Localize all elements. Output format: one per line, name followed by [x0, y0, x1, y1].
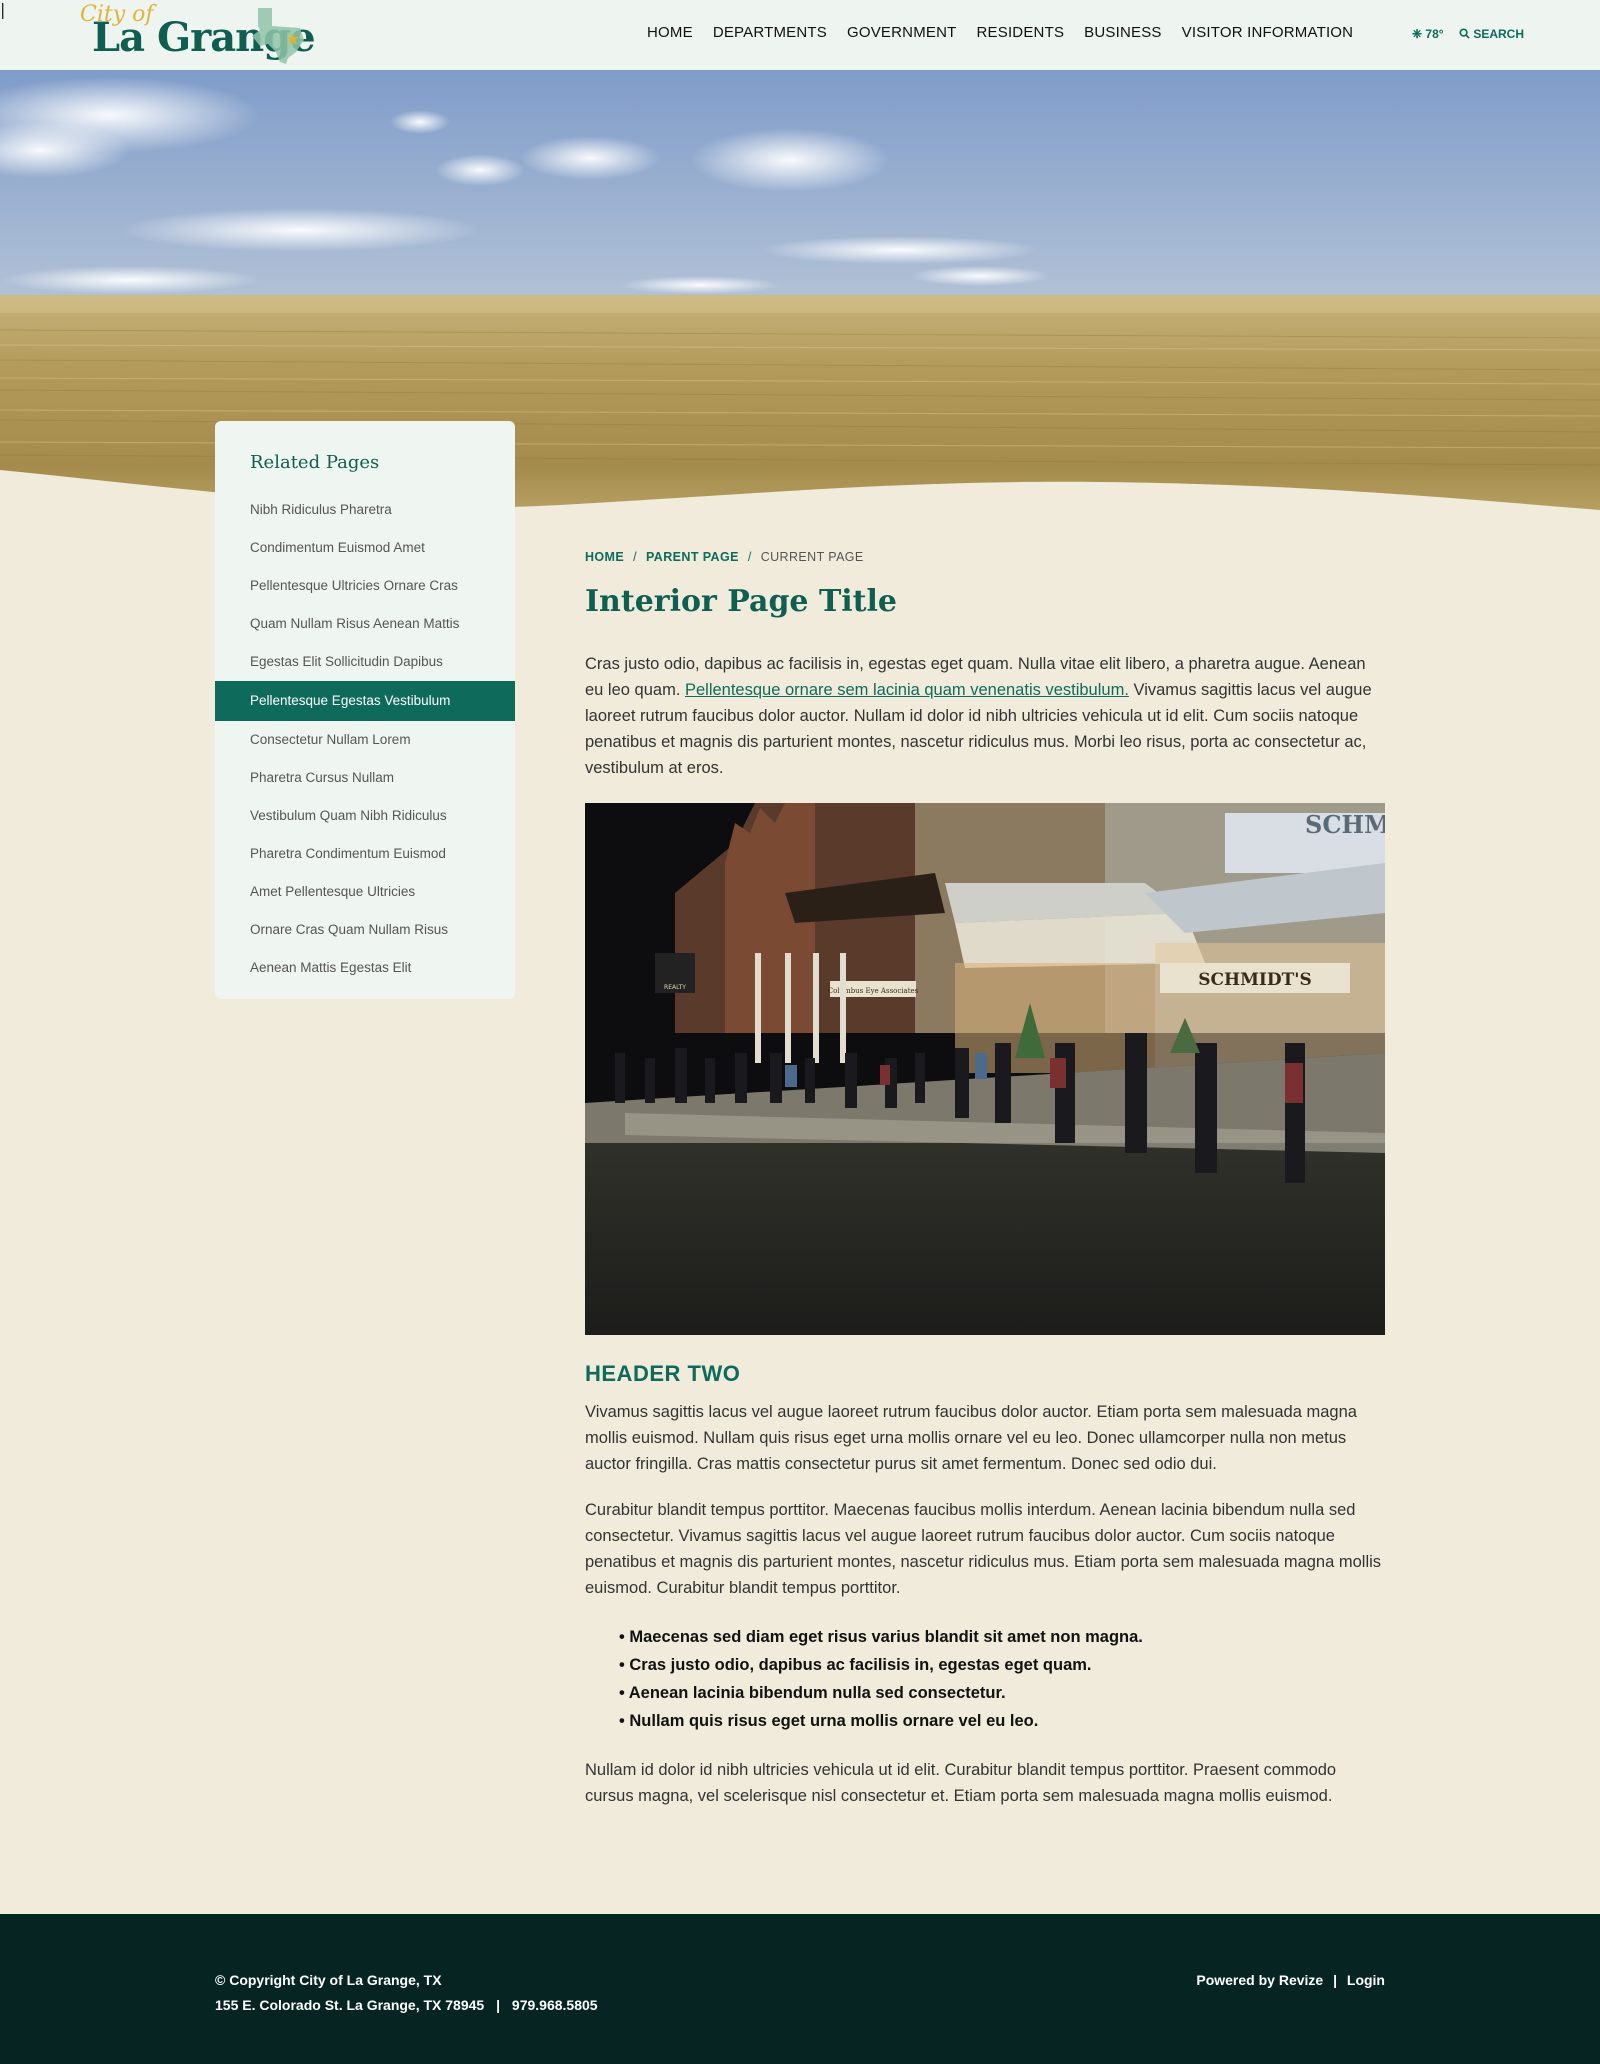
- downtown-street-photo: SCHMID SCHMIDT'S Columbus Eye Associates…: [585, 803, 1385, 1335]
- footer-divider: |: [1333, 1972, 1337, 1988]
- footer-phone[interactable]: 979.968.5805: [512, 1997, 598, 2013]
- site-header: City of La Grange HOME DEPARTMENTS GOVER…: [0, 0, 1600, 70]
- intro-paragraph: Cras justo odio, dapibus ac facilisis in…: [585, 651, 1385, 781]
- page-title: Interior Page Title: [585, 584, 898, 619]
- search-icon: [1459, 28, 1470, 39]
- main-nav: HOME DEPARTMENTS GOVERNMENT RESIDENTS BU…: [647, 24, 1373, 41]
- bullet-list: Maecenas sed diam eget risus varius blan…: [585, 1623, 1385, 1735]
- powered-by-revize-link[interactable]: Powered by Revize: [1196, 1972, 1323, 1988]
- paragraph-four: Nullam id dolor id nibh ultricies vehicu…: [585, 1761, 1337, 1805]
- paragraph-two: Vivamus sagittis lacus vel augue laoreet…: [585, 1403, 1357, 1473]
- photo-sign-schmid: SCHMID: [1305, 810, 1385, 839]
- sidebar-item-egestas-elit-sollicitudin-dapibus[interactable]: Egestas Elit Sollicitudin Dapibus: [215, 643, 515, 681]
- weather-widget: ❈ 78°: [1412, 27, 1444, 41]
- sidebar-item-aenean-mattis-egestas-elit[interactable]: Aenean Mattis Egestas Elit: [215, 949, 515, 987]
- sidebar-item-ornare-cras-quam-nullam-risus[interactable]: Ornare Cras Quam Nullam Risus: [215, 911, 515, 949]
- nav-visitor-information[interactable]: VISITOR INFORMATION: [1182, 24, 1354, 41]
- sidebar-item-amet-pellentesque-ultricies[interactable]: Amet Pellentesque Ultricies: [215, 873, 515, 911]
- related-pages-list: Nibh Ridiculus Pharetra Condimentum Euis…: [215, 491, 515, 987]
- sidebar-item-condimentum-euismod-amet[interactable]: Condimentum Euismod Amet: [215, 529, 515, 567]
- breadcrumb: HOME / PARENT PAGE / CURRENT PAGE: [585, 550, 1385, 564]
- texas-icon: [252, 8, 304, 64]
- paragraph-three: Curabitur blandit tempus porttitor. Maec…: [585, 1501, 1382, 1597]
- related-pages-sidebar: Related Pages Nibh Ridiculus Pharetra Co…: [215, 421, 515, 999]
- list-item: Cras justo odio, dapibus ac facilisis in…: [619, 1651, 1385, 1679]
- sidebar-item-quam-nullam-risus-aenean-mattis[interactable]: Quam Nullam Risus Aenean Mattis: [215, 605, 515, 643]
- nav-residents[interactable]: RESIDENTS: [977, 24, 1065, 41]
- footer-copyright: © Copyright City of La Grange, TX: [215, 1972, 442, 1988]
- nav-business[interactable]: BUSINESS: [1084, 24, 1161, 41]
- sidebar-item-nibh-ridiculus-pharetra[interactable]: Nibh Ridiculus Pharetra: [215, 491, 515, 529]
- search-label: SEARCH: [1473, 27, 1525, 41]
- header-two: HEADER TWO: [585, 1361, 741, 1386]
- nav-departments[interactable]: DEPARTMENTS: [713, 24, 827, 41]
- nav-separator: |: [0, 0, 6, 19]
- breadcrumb-current: CURRENT PAGE: [760, 550, 864, 564]
- photo-sign-schmidts: SCHMIDT'S: [1198, 970, 1312, 990]
- sidebar-item-pellentesque-ultricies-ornare-cras[interactable]: Pellentesque Ultricies Ornare Cras: [215, 567, 515, 605]
- footer-links: Powered by Revize | Login: [1196, 1968, 1385, 1993]
- city-logo[interactable]: City of La Grange: [78, 2, 316, 68]
- list-item: Maecenas sed diam eget risus varius blan…: [619, 1623, 1385, 1651]
- weather-temp: 78°: [1425, 27, 1444, 41]
- breadcrumb-separator: /: [747, 550, 752, 564]
- sidebar-item-pharetra-cursus-nullam[interactable]: Pharetra Cursus Nullam: [215, 759, 515, 797]
- sidebar-item-consectetur-nullam-lorem[interactable]: Consectetur Nullam Lorem: [215, 721, 515, 759]
- list-item: Aenean lacinia bibendum nulla sed consec…: [619, 1679, 1385, 1707]
- site-footer: © Copyright City of La Grange, TX 155 E.…: [0, 1914, 1600, 2064]
- breadcrumb-separator: /: [633, 550, 637, 564]
- footer-address: 155 E. Colorado St. La Grange, TX 78945: [215, 1997, 485, 2013]
- intro-link[interactable]: Pellentesque ornare sem lacinia quam ven…: [685, 681, 1129, 699]
- breadcrumb-parent[interactable]: PARENT PAGE: [646, 550, 739, 564]
- footer-address-line: 155 E. Colorado St. La Grange, TX 78945 …: [215, 1993, 598, 2018]
- footer-contact: © Copyright City of La Grange, TX 155 E.…: [215, 1968, 598, 2018]
- photo-sign-realty: REALTY: [664, 984, 686, 991]
- sidebar-item-pellentesque-egestas-vestibulum[interactable]: Pellentesque Egestas Vestibulum: [215, 681, 515, 721]
- breadcrumb-home[interactable]: HOME: [585, 550, 624, 564]
- sun-icon: ❈: [1412, 27, 1423, 41]
- footer-divider: |: [496, 1997, 501, 2013]
- search-button[interactable]: SEARCH: [1459, 27, 1524, 41]
- nav-government[interactable]: GOVERNMENT: [847, 24, 957, 41]
- sidebar-item-pharetra-condimentum-euismod[interactable]: Pharetra Condimentum Euismod: [215, 835, 515, 873]
- sidebar-item-vestibulum-quam-nibh-ridiculus[interactable]: Vestibulum Quam Nibh Ridiculus: [215, 797, 515, 835]
- login-link[interactable]: Login: [1347, 1972, 1385, 1988]
- nav-home[interactable]: HOME: [647, 24, 693, 41]
- main-content: HOME / PARENT PAGE / CURRENT PAGE Interior P…: [585, 550, 1385, 1809]
- sidebar-title: Related Pages: [250, 452, 380, 473]
- list-item: Nullam quis risus eget urna mollis ornar…: [619, 1707, 1385, 1735]
